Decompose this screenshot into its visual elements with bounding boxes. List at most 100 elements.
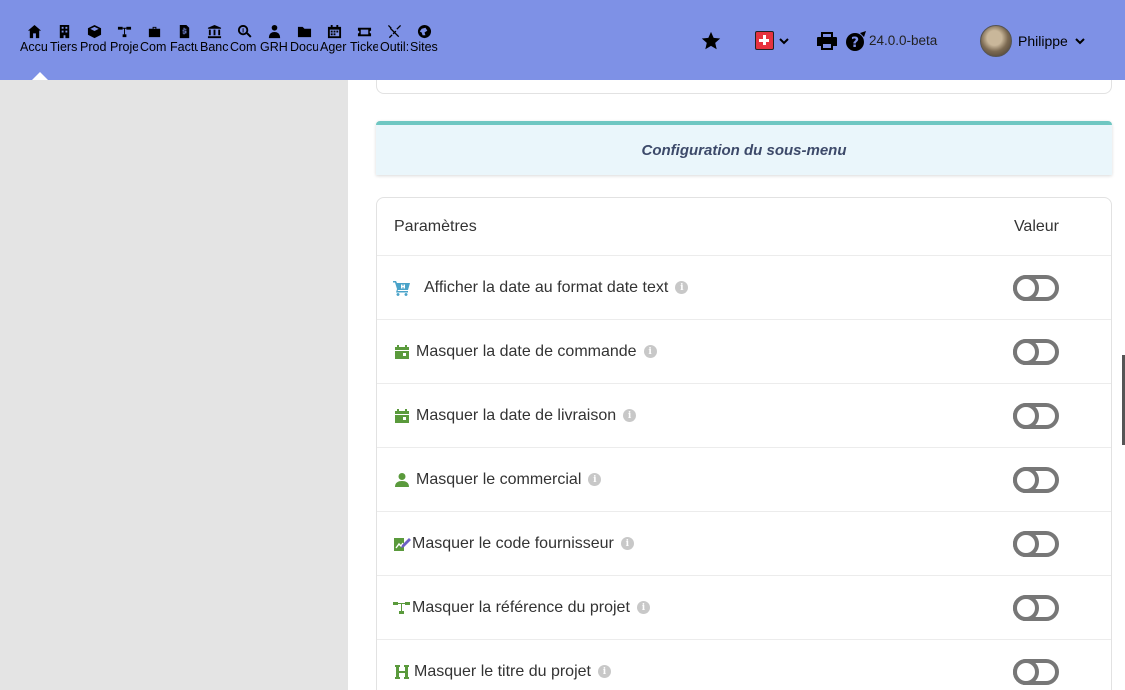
info-icon[interactable]: i — [620, 537, 634, 550]
version-label: 24.0.0-beta — [869, 33, 938, 48]
ticket-icon — [350, 23, 378, 39]
nav-item-agenda[interactable]: Ager — [320, 23, 348, 54]
users-icon — [260, 23, 288, 39]
toggle-switch[interactable] — [1013, 274, 1059, 301]
table-row: Masquer la date de commande i — [377, 320, 1111, 384]
table-row: Afficher la date au format date text i — [377, 256, 1111, 320]
row-label: Masquer le titre du projet — [414, 662, 591, 680]
settings-table: Paramètres Valeur Afficher la date au fo… — [376, 197, 1112, 690]
nav-item-outils[interactable]: Outil: — [380, 23, 408, 54]
nav-item-banque[interactable]: Banc — [200, 23, 228, 54]
nav-label: GRH — [260, 40, 288, 54]
user-name: Philippe — [1018, 33, 1068, 49]
active-tab-indicator — [32, 72, 48, 80]
column-header-parameters: Paramètres — [394, 217, 477, 235]
nav-label: Outil: — [380, 40, 408, 54]
language-selector[interactable] — [755, 31, 790, 50]
nav-label: Tiers — [50, 40, 78, 54]
nav-label: Docu — [290, 40, 318, 54]
bank-icon — [200, 23, 228, 39]
toggle-switch[interactable] — [1013, 466, 1059, 493]
nav-item-grh[interactable]: GRH — [260, 23, 288, 54]
nav-label: Proje — [110, 40, 138, 54]
info-icon[interactable]: i — [597, 665, 611, 678]
table-row: Masquer la date de livraison i — [377, 384, 1111, 448]
info-icon[interactable]: i — [643, 345, 657, 358]
row-label: Masquer le code fournisseur — [412, 534, 614, 552]
folder-icon — [290, 23, 318, 39]
table-row: Masquer le titre du projet i — [377, 640, 1111, 690]
print-icon[interactable] — [816, 31, 838, 51]
nav-label: Ticke — [350, 40, 378, 54]
calendar-icon — [320, 23, 348, 39]
section-banner: Configuration du sous-menu — [376, 121, 1112, 175]
table-header: Paramètres Valeur — [377, 198, 1111, 256]
info-icon[interactable]: i — [623, 409, 637, 422]
nav-label: Ager — [320, 40, 347, 54]
info-icon[interactable]: i — [636, 601, 650, 614]
supplier-icon — [392, 535, 412, 553]
nav-item-documents[interactable]: Docu — [290, 23, 318, 54]
table-row: Masquer le commercial i — [377, 448, 1111, 512]
home-icon — [20, 23, 48, 39]
cube-icon — [80, 23, 108, 39]
info-icon[interactable]: i — [588, 473, 602, 486]
briefcase-icon — [140, 23, 168, 39]
search-dollar-icon — [230, 23, 258, 39]
column-header-value: Valeur — [1013, 217, 1059, 235]
table-row: Masquer le code fournisseur i — [377, 512, 1111, 576]
nav-item-projets[interactable]: Proje — [110, 23, 138, 54]
nav-label: Accu — [20, 40, 48, 54]
user-icon — [392, 471, 412, 489]
nav-item-tickets[interactable]: Ticke — [350, 23, 378, 54]
section-title: Configuration du sous-menu — [641, 141, 847, 159]
row-label: Masquer la référence du projet — [412, 598, 630, 616]
top-menu-bar: Accu Tiers Prod Proje Com Factu Banc Com… — [0, 0, 1125, 80]
swiss-flag-icon — [755, 31, 774, 50]
tools-icon — [380, 23, 408, 39]
chevron-down-icon — [779, 37, 789, 44]
left-sidebar — [0, 80, 348, 690]
nav-item-sites[interactable]: Sites — [410, 23, 438, 54]
toggle-switch[interactable] — [1013, 530, 1059, 557]
project-tree-icon — [110, 23, 138, 39]
toggle-switch[interactable] — [1013, 658, 1059, 685]
bookmark-star-icon[interactable] — [700, 30, 722, 52]
avatar — [980, 25, 1012, 57]
table-row: Masquer la référence du projet i — [377, 576, 1111, 640]
nav-item-accueil[interactable]: Accu — [20, 23, 48, 54]
nav-item-commercial[interactable]: Com — [140, 23, 168, 54]
previous-card-bottom — [376, 80, 1112, 94]
nav-item-tiers[interactable]: Tiers — [50, 23, 78, 54]
main-nav: Accu Tiers Prod Proje Com Factu Banc Com… — [0, 0, 440, 54]
nav-label: Factu — [170, 40, 198, 54]
user-menu[interactable]: Philippe — [980, 25, 1086, 57]
toggle-switch[interactable] — [1013, 594, 1059, 621]
nav-label: Sites — [410, 40, 438, 54]
calendar-icon — [392, 407, 412, 425]
row-label: Masquer la date de livraison — [416, 406, 617, 424]
building-icon — [50, 23, 78, 39]
heading-icon — [392, 663, 412, 681]
row-label: Afficher la date au format date text — [424, 278, 669, 296]
nav-label: Banc — [200, 40, 228, 54]
invoice-icon — [170, 23, 198, 39]
nav-item-produits[interactable]: Prod — [80, 23, 108, 54]
globe-icon — [410, 23, 438, 39]
nav-label: Com — [140, 40, 167, 54]
nav-item-compta[interactable]: Com — [230, 23, 258, 54]
cart-icon — [392, 279, 412, 297]
project-tree-icon — [392, 599, 412, 617]
toggle-switch[interactable] — [1013, 338, 1059, 365]
chevron-down-icon — [1075, 38, 1085, 45]
nav-item-facturation[interactable]: Factu — [170, 23, 198, 54]
row-label: Masquer la date de commande — [416, 342, 637, 360]
svg-text:?: ? — [851, 35, 859, 51]
help-icon[interactable]: ? — [845, 30, 867, 52]
toggle-switch[interactable] — [1013, 402, 1059, 429]
nav-label: Com — [230, 40, 257, 54]
info-icon[interactable]: i — [675, 281, 689, 294]
row-label: Masquer le commercial — [416, 470, 582, 488]
calendar-icon — [392, 343, 412, 361]
nav-label: Prod — [80, 40, 107, 54]
